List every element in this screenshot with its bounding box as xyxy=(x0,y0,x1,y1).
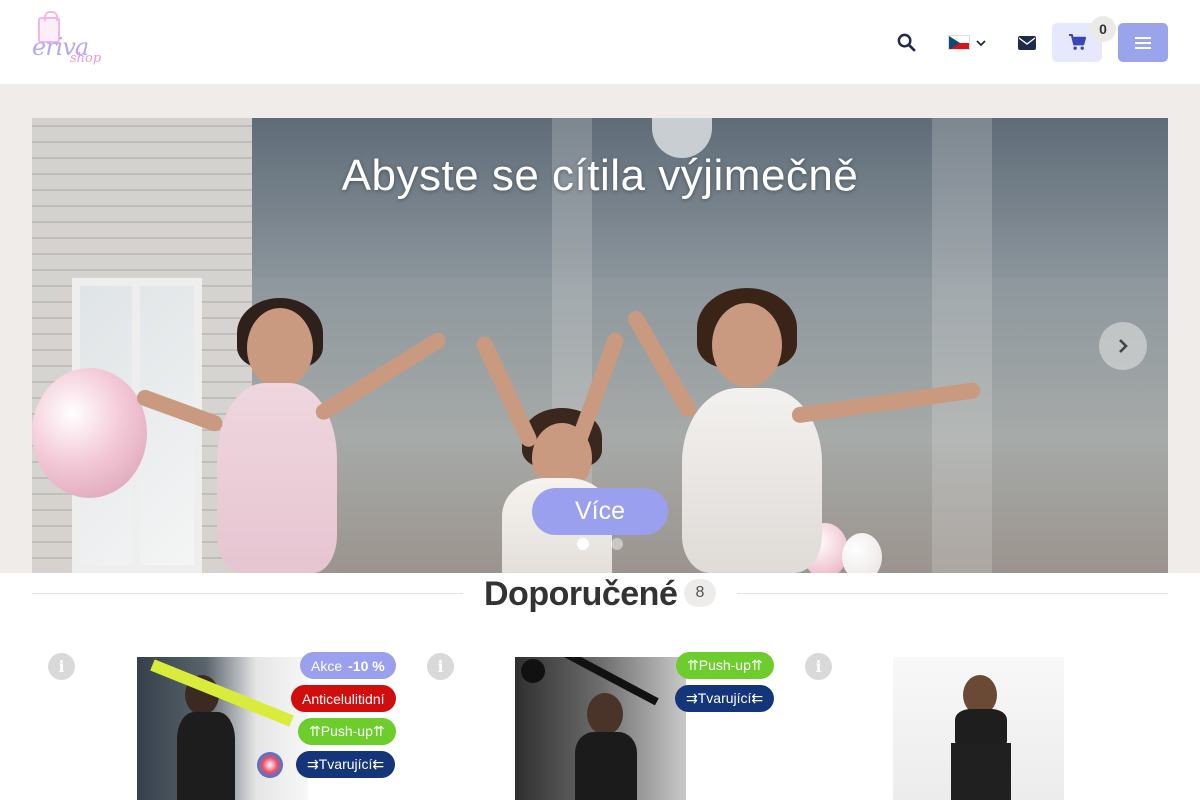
hero-photo-person xyxy=(312,329,449,423)
cart-count-badge: 0 xyxy=(1090,16,1116,42)
badge-sale-percent: -10 % xyxy=(348,657,385,674)
hero-more-button[interactable]: Více xyxy=(532,488,668,535)
envelope-icon xyxy=(1018,35,1036,50)
hero-photo-person xyxy=(247,308,313,388)
hero-photo-person xyxy=(712,303,782,387)
product-image[interactable] xyxy=(515,657,686,800)
menu-button[interactable] xyxy=(1118,23,1168,62)
product-model xyxy=(951,743,1011,800)
slider-dot-2[interactable] xyxy=(611,538,623,550)
hero-photo-balloon xyxy=(32,368,147,498)
hero-photo-person xyxy=(474,333,540,450)
badge-anticellulite: Anticelulitidní xyxy=(291,685,396,712)
info-icon[interactable]: i xyxy=(805,653,832,680)
language-selector[interactable] xyxy=(942,23,992,62)
product-model xyxy=(177,712,235,800)
logo[interactable]: eriva shop xyxy=(32,11,107,70)
contact-button[interactable] xyxy=(1007,23,1047,62)
hero-photo-balloon xyxy=(842,533,882,573)
badge-sale-label: Akce xyxy=(311,657,343,674)
czech-flag-icon xyxy=(948,35,970,50)
menu-icon xyxy=(1135,36,1151,49)
badge-shaping: ⇉Tvarující⇇ xyxy=(675,685,775,712)
divider xyxy=(32,593,463,594)
product-model xyxy=(587,693,623,735)
cart-icon xyxy=(1068,34,1086,50)
chevron-down-icon xyxy=(976,39,986,46)
site-header: eriva shop 0 xyxy=(0,0,1200,85)
search-button[interactable] xyxy=(886,23,926,62)
product-image[interactable] xyxy=(893,657,1064,800)
slider-next-button[interactable] xyxy=(1099,322,1147,370)
slider-dot-1[interactable] xyxy=(577,538,589,550)
search-icon xyxy=(897,33,915,52)
recommended-section-header: Doporučené 8 xyxy=(32,573,1168,617)
logo-subtext: shop xyxy=(70,51,102,66)
divider xyxy=(737,593,1168,594)
product-label-graphic xyxy=(257,752,283,778)
product-model xyxy=(955,709,1007,745)
product-model xyxy=(575,732,637,800)
hero-title: Abyste se cítila výjimečně xyxy=(341,151,859,200)
badge-push-up: ⇈Push-up⇈ xyxy=(298,718,396,745)
hero-slider: Abyste se cítila výjimečně Více xyxy=(32,118,1168,573)
product-barbell-plate xyxy=(521,659,545,683)
info-icon[interactable]: i xyxy=(48,653,75,680)
badge-push-up: ⇈Push-up⇈ xyxy=(676,652,774,679)
info-icon[interactable]: i xyxy=(427,653,454,680)
section-count-badge: 8 xyxy=(684,579,716,607)
badge-shaping: ⇉Tvarující⇇ xyxy=(296,751,396,778)
hero-photo-person xyxy=(625,308,699,420)
chevron-right-icon xyxy=(1119,339,1128,353)
badge-sale: Akce -10 % xyxy=(300,652,396,679)
section-title: Doporučené xyxy=(484,575,678,613)
product-image[interactable] xyxy=(137,657,308,800)
